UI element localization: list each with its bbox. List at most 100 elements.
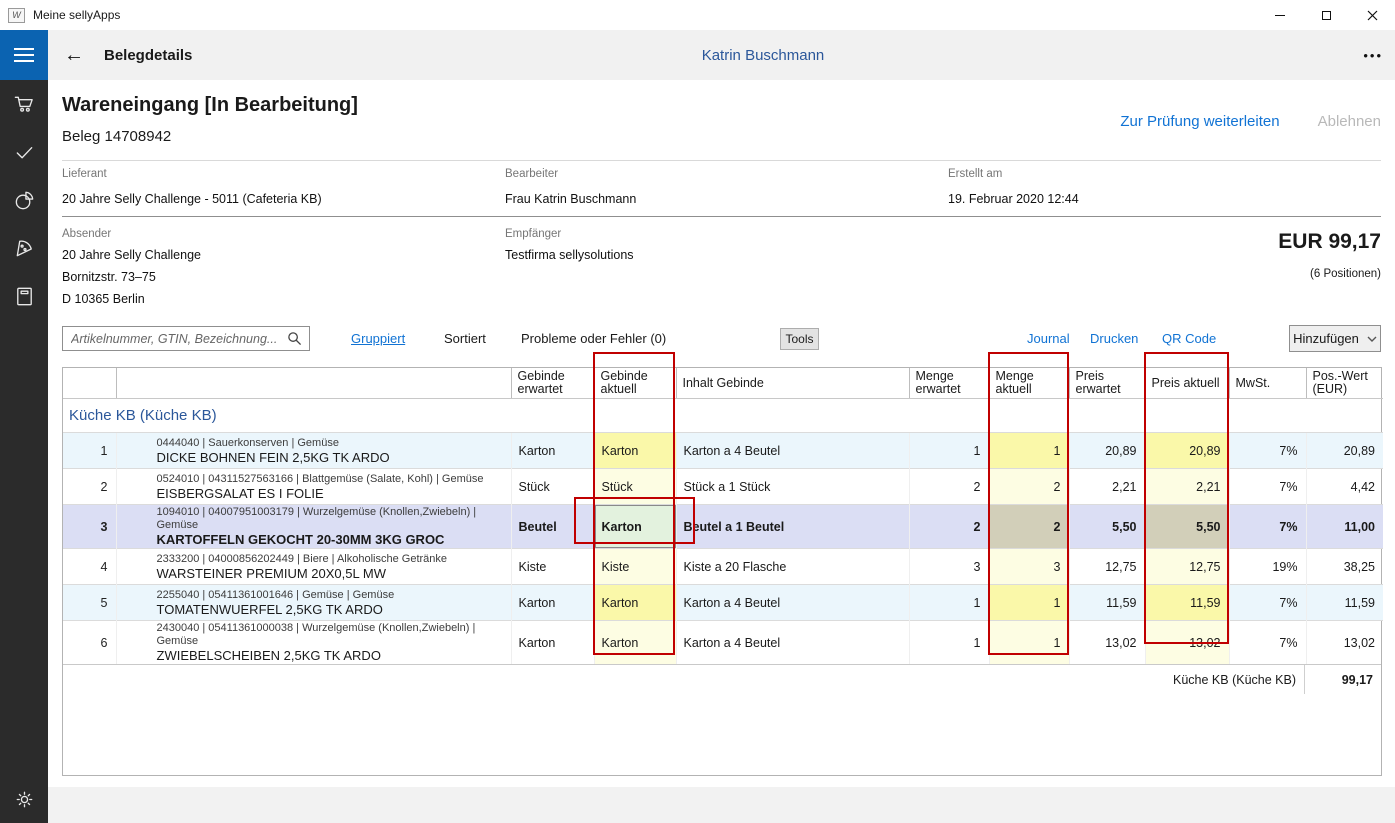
hamburger-icon bbox=[14, 48, 34, 50]
table-footer: Küche KB (Küche KB) 99,17 bbox=[63, 664, 1381, 694]
table-row[interactable]: 1 0444040 | Sauerkonserven | Gemüse DICK… bbox=[63, 433, 1383, 469]
cell-preis-aktuell[interactable]: 12,75 bbox=[1145, 549, 1229, 585]
field-value-bearbeiter: Frau Katrin Buschmann bbox=[505, 192, 636, 206]
positions-count: (6 Positionen) bbox=[1310, 268, 1381, 280]
cell-inhalt-gebinde: Karton a 4 Beutel bbox=[676, 621, 909, 665]
sidebar-item-approvals[interactable] bbox=[0, 128, 48, 176]
maximize-button[interactable] bbox=[1303, 0, 1349, 30]
gear-icon bbox=[13, 788, 36, 811]
forward-for-review-button[interactable]: Zur Prüfung weiterleiten bbox=[1120, 113, 1279, 130]
sender-line-2: Bornitzstr. 73–75 bbox=[62, 270, 156, 284]
cell-gebinde-aktuell[interactable]: Karton bbox=[594, 433, 676, 469]
cell-menge-erwartet: 1 bbox=[909, 433, 989, 469]
col-menge-aktuell: Menge aktuell bbox=[989, 368, 1069, 399]
journal-link[interactable]: Journal bbox=[1027, 331, 1070, 346]
app-icon: W bbox=[8, 8, 25, 23]
sidebar-item-statistics[interactable] bbox=[0, 176, 48, 224]
print-link[interactable]: Drucken bbox=[1090, 331, 1138, 346]
sidebar-item-catalog[interactable] bbox=[0, 272, 48, 320]
page-title: Belegdetails bbox=[104, 30, 192, 80]
col-preis-aktuell: Preis aktuell bbox=[1145, 368, 1229, 399]
row-number: 1 bbox=[63, 433, 116, 469]
add-button[interactable]: Hinzufügen bbox=[1289, 325, 1381, 352]
cell-mwst: 19% bbox=[1229, 549, 1306, 585]
article-meta: 1094010 | 04007951003179 | Wurzelgemüse … bbox=[157, 506, 511, 532]
document-actions: Zur Prüfung weiterleiten Ablehnen bbox=[1120, 108, 1381, 134]
cell-gebinde-aktuell[interactable]: Karton bbox=[594, 621, 676, 665]
window-titlebar: W Meine sellyApps bbox=[0, 0, 1395, 30]
article-meta: 2333200 | 04000856202449 | Biere | Alkoh… bbox=[157, 553, 511, 566]
cell-preis-aktuell[interactable]: 5,50 bbox=[1145, 505, 1229, 549]
cell-preis-erwartet: 11,59 bbox=[1069, 585, 1145, 621]
qr-code-link[interactable]: QR Code bbox=[1162, 331, 1216, 346]
field-value-erstellt: 19. Februar 2020 12:44 bbox=[948, 192, 1079, 206]
close-button[interactable] bbox=[1349, 0, 1395, 30]
user-name: Katrin Buschmann bbox=[702, 30, 825, 80]
tools-button[interactable]: Tools bbox=[780, 328, 819, 350]
table-row[interactable]: 6 2430040 | 05411361000038 | Wurzelgemüs… bbox=[63, 621, 1383, 665]
more-button[interactable]: ••• bbox=[1363, 30, 1383, 80]
cell-preis-aktuell[interactable]: 13,02 bbox=[1145, 621, 1229, 665]
article-name: KARTOFFELN GEKOCHT 20-30MM 3KG GROC bbox=[157, 532, 511, 548]
menu-button[interactable] bbox=[0, 30, 48, 80]
article-cell: 1094010 | 04007951003179 | Wurzelgemüse … bbox=[116, 505, 511, 549]
col-inhalt-gebinde: Inhalt Gebinde bbox=[676, 368, 909, 399]
cell-gebinde-aktuell[interactable]: Karton bbox=[594, 585, 676, 621]
cell-gebinde-aktuell[interactable]: Stück bbox=[594, 469, 676, 505]
cell-menge-aktuell[interactable]: 3 bbox=[989, 549, 1069, 585]
cell-preis-aktuell[interactable]: 11,59 bbox=[1145, 585, 1229, 621]
article-name: ZWIEBELSCHEIBEN 2,5KG TK ARDO bbox=[157, 648, 511, 664]
search-input[interactable] bbox=[63, 332, 287, 346]
cell-menge-aktuell[interactable]: 1 bbox=[989, 585, 1069, 621]
checkmark-icon bbox=[13, 141, 36, 164]
cell-menge-aktuell[interactable]: 2 bbox=[989, 469, 1069, 505]
field-label-lieferant: Lieferant bbox=[62, 168, 107, 180]
cell-mwst: 7% bbox=[1229, 469, 1306, 505]
document-total: EUR 99,17 bbox=[1278, 230, 1381, 254]
cell-pos-wert: 38,25 bbox=[1306, 549, 1383, 585]
cell-gebinde-erwartet: Beutel bbox=[511, 505, 594, 549]
field-label-erstellt: Erstellt am bbox=[948, 168, 1002, 180]
cell-preis-aktuell[interactable]: 20,89 bbox=[1145, 433, 1229, 469]
cell-pos-wert: 4,42 bbox=[1306, 469, 1383, 505]
field-label-bearbeiter: Bearbeiter bbox=[505, 168, 558, 180]
col-pos-wert: Pos.-Wert (EUR) bbox=[1306, 368, 1383, 399]
col-article bbox=[116, 368, 511, 399]
sidebar-item-settings[interactable] bbox=[0, 775, 48, 823]
table-row[interactable]: 2 0524010 | 04311527563166 | Blattgemüse… bbox=[63, 469, 1383, 505]
positions-table: Gebinde erwartet Gebinde aktuell Inhalt … bbox=[62, 367, 1382, 776]
cell-menge-aktuell[interactable]: 2 bbox=[989, 505, 1069, 549]
reject-button[interactable]: Ablehnen bbox=[1318, 113, 1381, 130]
article-name: WARSTEINER PREMIUM 20X0,5L MW bbox=[157, 566, 511, 582]
col-menge-erwartet: Menge erwartet bbox=[909, 368, 989, 399]
minimize-button[interactable] bbox=[1257, 0, 1303, 30]
cell-gebinde-erwartet: Karton bbox=[511, 621, 594, 665]
table-row[interactable]: 5 2255040 | 05411361001646 | Gemüse | Ge… bbox=[63, 585, 1383, 621]
cell-pos-wert: 11,59 bbox=[1306, 585, 1383, 621]
sorted-toggle[interactable]: Sortiert bbox=[444, 331, 486, 346]
col-preis-erwartet: Preis erwartet bbox=[1069, 368, 1145, 399]
cell-menge-aktuell[interactable]: 1 bbox=[989, 621, 1069, 665]
cell-gebinde-erwartet: Karton bbox=[511, 585, 594, 621]
cell-preis-erwartet: 2,21 bbox=[1069, 469, 1145, 505]
article-cell: 0444040 | Sauerkonserven | Gemüse DICKE … bbox=[116, 433, 511, 469]
problems-toggle[interactable]: Probleme oder Fehler (0) bbox=[521, 331, 666, 346]
cell-gebinde-aktuell[interactable]: Karton bbox=[594, 505, 676, 549]
cell-inhalt-gebinde: Karton a 4 Beutel bbox=[676, 585, 909, 621]
back-button[interactable]: ← bbox=[58, 30, 90, 80]
cell-preis-aktuell[interactable]: 2,21 bbox=[1145, 469, 1229, 505]
article-meta: 0444040 | Sauerkonserven | Gemüse bbox=[157, 437, 511, 450]
grouped-toggle[interactable]: Gruppiert bbox=[351, 331, 405, 346]
table-row[interactable]: 3 1094010 | 04007951003179 | Wurzelgemüs… bbox=[63, 505, 1383, 549]
sidebar-item-food[interactable] bbox=[0, 224, 48, 272]
table-row[interactable]: 4 2333200 | 04000856202449 | Biere | Alk… bbox=[63, 549, 1383, 585]
cell-inhalt-gebinde: Kiste a 20 Flasche bbox=[676, 549, 909, 585]
cell-mwst: 7% bbox=[1229, 585, 1306, 621]
sidebar-item-orders[interactable] bbox=[0, 80, 48, 128]
divider bbox=[62, 160, 1381, 161]
cell-menge-aktuell[interactable]: 1 bbox=[989, 433, 1069, 469]
group-header-label: Küche KB (Küche KB) bbox=[63, 399, 1383, 433]
chevron-down-icon bbox=[1367, 336, 1377, 342]
cell-gebinde-aktuell[interactable]: Kiste bbox=[594, 549, 676, 585]
group-header-row: Küche KB (Küche KB) bbox=[63, 399, 1383, 433]
